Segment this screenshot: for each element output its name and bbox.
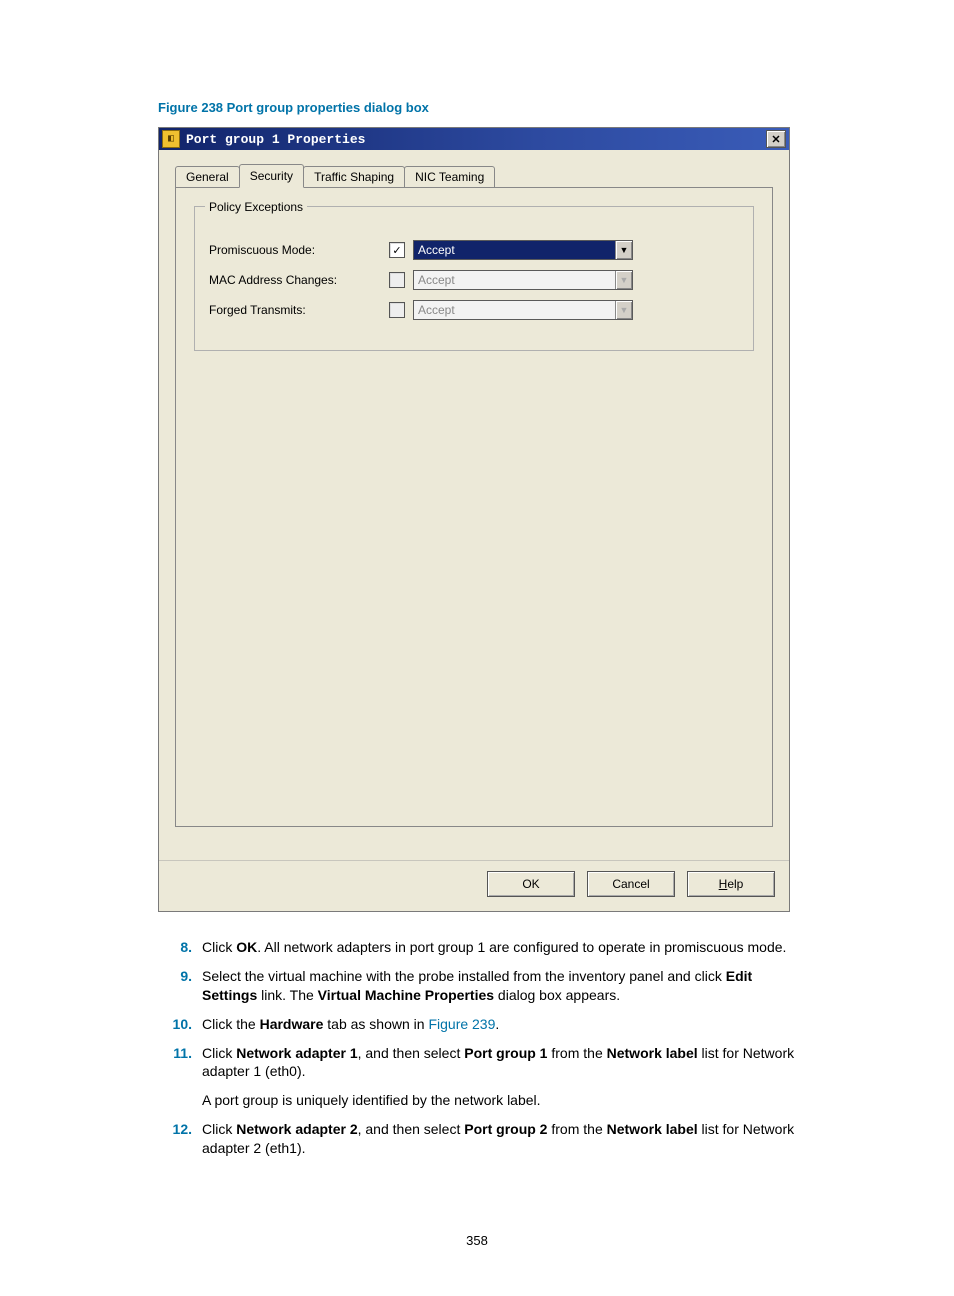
checkbox-promiscuous[interactable]: ✓ (389, 242, 405, 258)
checkbox-mac-address[interactable] (389, 272, 405, 288)
step-number: 10. (158, 1015, 202, 1034)
label-forged-transmits: Forged Transmits: (209, 303, 389, 317)
step-body: Click Network adapter 2, and then select… (202, 1120, 796, 1158)
step-body: Select the virtual machine with the prob… (202, 967, 796, 1005)
select-promiscuous[interactable]: Accept ▼ (413, 240, 633, 260)
step-10: 10. Click the Hardware tab as shown in F… (158, 1015, 796, 1034)
figure-link[interactable]: Figure 239 (428, 1016, 495, 1032)
fieldset-legend: Policy Exceptions (205, 200, 307, 214)
tab-general[interactable]: General (175, 166, 240, 187)
step-8: 8. Click OK. All network adapters in por… (158, 938, 796, 957)
step-12: 12. Click Network adapter 2, and then se… (158, 1120, 796, 1158)
step-body: Click Network adapter 1, and then select… (202, 1044, 796, 1082)
tab-nic-teaming[interactable]: NIC Teaming (404, 166, 495, 187)
dialog-title: Port group 1 Properties (186, 132, 766, 147)
select-mac-address: Accept ▼ (413, 270, 633, 290)
label-mac-address: MAC Address Changes: (209, 273, 389, 287)
row-forged-transmits: Forged Transmits: Accept ▼ (209, 300, 739, 320)
ok-button[interactable]: OK (487, 871, 575, 897)
properties-dialog: ◧ Port group 1 Properties ✕ General Secu… (158, 127, 790, 912)
tab-panel-security: Policy Exceptions Promiscuous Mode: ✓ Ac… (175, 187, 773, 827)
select-value: Accept (418, 273, 455, 287)
app-icon: ◧ (162, 130, 180, 148)
instruction-steps: 8. Click OK. All network adapters in por… (158, 938, 796, 1158)
step-body: Click the Hardware tab as shown in Figur… (202, 1015, 796, 1034)
step-number: 8. (158, 938, 202, 957)
step-11: 11. Click Network adapter 1, and then se… (158, 1044, 796, 1082)
step-number: 11. (158, 1044, 202, 1082)
chevron-down-icon: ▼ (615, 271, 632, 289)
chevron-down-icon: ▼ (615, 301, 632, 319)
cancel-button[interactable]: Cancel (587, 871, 675, 897)
policy-exceptions-fieldset: Policy Exceptions Promiscuous Mode: ✓ Ac… (194, 206, 754, 351)
help-button[interactable]: Help (687, 871, 775, 897)
dialog-body: General Security Traffic Shaping NIC Tea… (159, 150, 789, 860)
select-forged-transmits: Accept ▼ (413, 300, 633, 320)
page-number: 358 (0, 1233, 954, 1248)
row-promiscuous: Promiscuous Mode: ✓ Accept ▼ (209, 240, 739, 260)
dialog-titlebar: ◧ Port group 1 Properties ✕ (159, 128, 789, 150)
select-value: Accept (418, 303, 455, 317)
step-11-note: A port group is uniquely identified by t… (202, 1091, 796, 1110)
tab-security[interactable]: Security (239, 164, 304, 188)
close-icon[interactable]: ✕ (766, 130, 786, 148)
step-number: 12. (158, 1120, 202, 1158)
select-value: Accept (418, 243, 455, 257)
dialog-footer: OK Cancel Help (159, 860, 789, 911)
step-9: 9. Select the virtual machine with the p… (158, 967, 796, 1005)
step-body: Click OK. All network adapters in port g… (202, 938, 796, 957)
tab-strip: General Security Traffic Shaping NIC Tea… (175, 162, 773, 186)
chevron-down-icon: ▼ (615, 241, 632, 259)
label-promiscuous: Promiscuous Mode: (209, 243, 389, 257)
tab-traffic-shaping[interactable]: Traffic Shaping (303, 166, 405, 187)
checkbox-forged-transmits[interactable] (389, 302, 405, 318)
step-number: 9. (158, 967, 202, 1005)
figure-caption: Figure 238 Port group properties dialog … (158, 100, 796, 115)
row-mac-address: MAC Address Changes: Accept ▼ (209, 270, 739, 290)
